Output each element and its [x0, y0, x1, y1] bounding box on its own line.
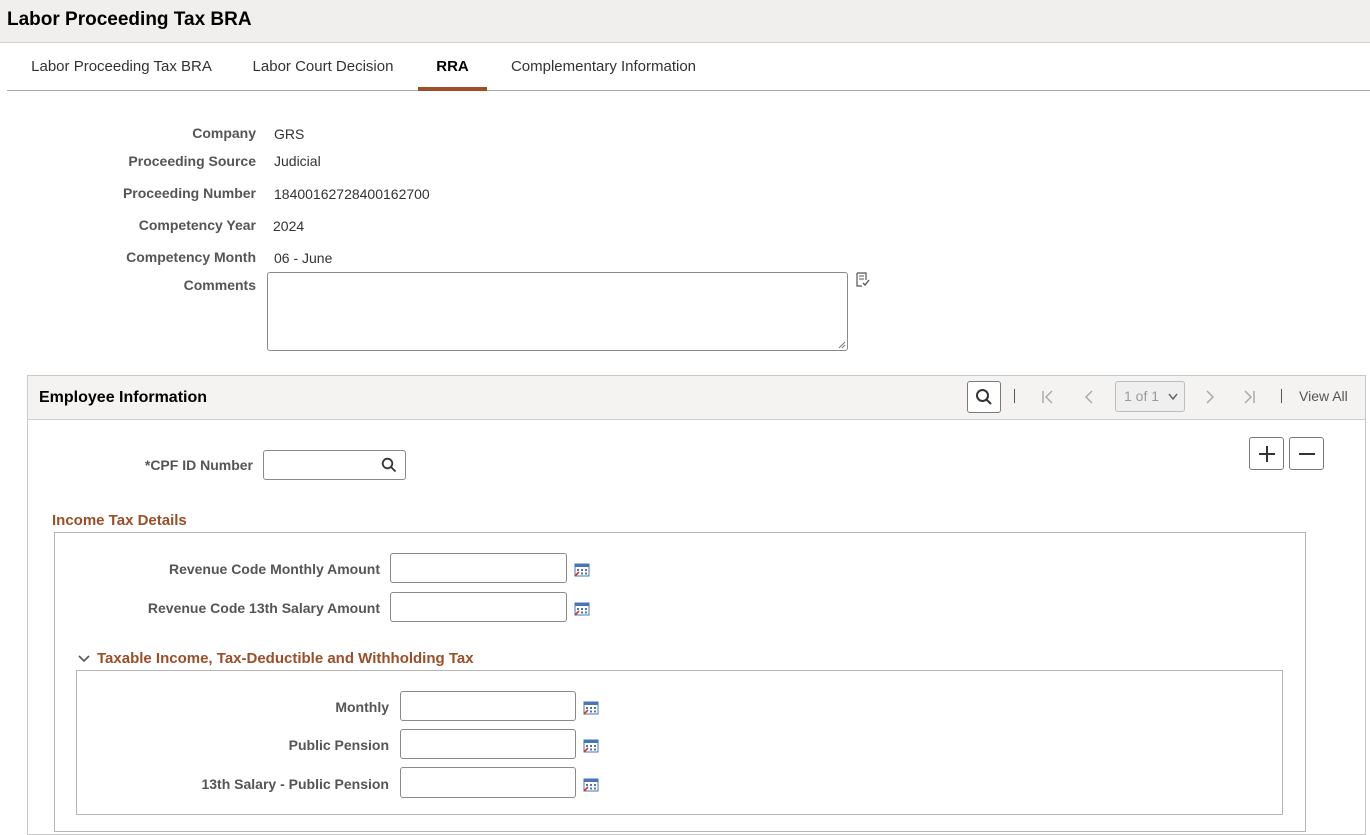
public-pension-label: Public Pension [288, 737, 389, 753]
page-selector-value: 1 of 1 [1124, 388, 1160, 404]
employee-information-header: Employee Information 1 of 1 View All [28, 376, 1365, 420]
search-button[interactable] [967, 381, 1001, 413]
page-selector[interactable]: 1 of 1 [1115, 381, 1185, 412]
toolbar-separator [1281, 389, 1282, 403]
plus-icon [1258, 445, 1275, 462]
comments-textarea[interactable] [267, 272, 848, 351]
previous-page-icon[interactable] [1083, 389, 1095, 405]
cpf-id-number-label: *CPF ID Number [144, 457, 253, 473]
revenue-code-monthly-label: Revenue Code Monthly Amount [168, 561, 380, 577]
company-value: GRS [274, 126, 305, 142]
company-label: Company [192, 125, 256, 141]
lookup-search-icon[interactable] [381, 457, 397, 473]
search-icon [976, 389, 992, 405]
tab-rra[interactable]: RRA [418, 44, 487, 91]
next-page-icon[interactable] [1204, 389, 1216, 405]
income-tax-details-title: Income Tax Details [52, 512, 187, 529]
tab-bar: Labor Proceeding Tax BRA Labor Court Dec… [7, 44, 1370, 91]
calculator-icon[interactable] [583, 739, 599, 753]
delete-row-button[interactable] [1289, 437, 1324, 470]
minus-icon [1298, 452, 1315, 455]
monthly-label: Monthly [335, 699, 389, 715]
calculator-icon[interactable] [583, 701, 599, 715]
collapse-chevron-icon[interactable] [78, 654, 90, 664]
tab-labor-court-decision[interactable]: Labor Court Decision [247, 44, 399, 90]
comments-label: Comments [183, 277, 256, 293]
tab-labor-proceeding-tax-bra[interactable]: Labor Proceeding Tax BRA [25, 44, 218, 90]
proceeding-number-value: 18400162728400162700 [274, 186, 430, 202]
chevron-down-icon [1168, 393, 1178, 401]
spellcheck-icon[interactable] [855, 272, 871, 288]
13th-salary-public-pension-field[interactable] [400, 767, 576, 798]
cpf-id-number-field[interactable] [263, 450, 406, 480]
competency-year-value: 2024 [273, 218, 305, 234]
toolbar-separator [1014, 389, 1015, 403]
calculator-icon[interactable] [574, 563, 590, 577]
proceeding-source-value: Judicial [274, 153, 321, 169]
competency-month-label: Competency Month [126, 249, 256, 265]
revenue-code-monthly-field[interactable] [390, 553, 567, 583]
employee-information-title: Employee Information [39, 389, 208, 406]
first-page-icon[interactable] [1041, 389, 1055, 405]
calculator-icon[interactable] [574, 602, 590, 616]
calculator-icon[interactable] [583, 778, 599, 792]
13th-salary-public-pension-label: 13th Salary - Public Pension [201, 776, 389, 792]
employee-information-panel: Employee Information 1 of 1 View All *CP… [27, 375, 1366, 835]
tab-complementary-information[interactable]: Complementary Information [507, 44, 700, 90]
public-pension-field[interactable] [400, 729, 576, 759]
competency-month-value: 06 - June [274, 250, 333, 266]
add-row-button[interactable] [1249, 437, 1284, 470]
last-page-icon[interactable] [1242, 389, 1256, 405]
proceeding-source-label: Proceeding Source [128, 153, 256, 169]
view-all-link[interactable]: View All [1299, 388, 1348, 404]
page-title: Labor Proceeding Tax BRA [7, 9, 252, 30]
taxable-income-title[interactable]: Taxable Income, Tax-Deductible and Withh… [97, 650, 474, 667]
competency-year-label: Competency Year [138, 217, 256, 233]
proceeding-number-label: Proceeding Number [122, 185, 256, 201]
resize-grip-icon[interactable] [838, 341, 846, 349]
revenue-code-13th-field[interactable] [390, 592, 567, 622]
revenue-code-13th-label: Revenue Code 13th Salary Amount [147, 600, 380, 616]
page-header: Labor Proceeding Tax BRA [0, 0, 1370, 43]
monthly-field[interactable] [400, 691, 576, 721]
